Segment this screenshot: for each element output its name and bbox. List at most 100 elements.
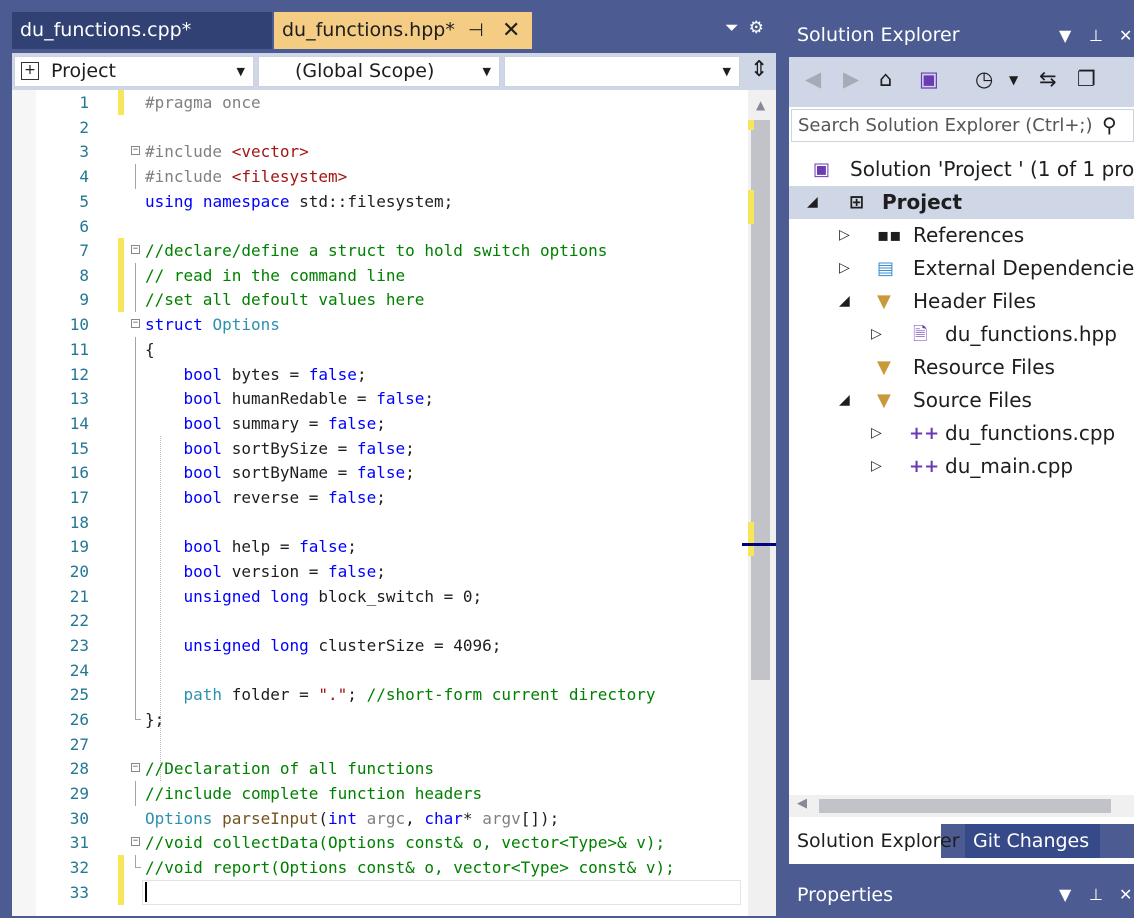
- line-number: 23: [69, 636, 89, 655]
- line-number: 7: [79, 241, 89, 260]
- collapsed-icon[interactable]: ▷: [871, 318, 882, 351]
- search-placeholder: Search Solution Explorer (Ctrl+;): [798, 115, 1093, 136]
- line-text: Options parseInput(int argc, char* argv[…: [145, 806, 559, 831]
- collapsed-icon[interactable]: ▷: [839, 252, 850, 285]
- filter-folder-icon: ▼: [877, 390, 891, 411]
- collapse-icon[interactable]: −: [131, 319, 140, 328]
- scroll-left-icon[interactable]: ◀: [797, 796, 807, 811]
- line-text: bool summary = false;: [145, 411, 386, 436]
- line-number: 29: [69, 784, 89, 803]
- split-window-icon[interactable]: ⇕: [750, 57, 768, 82]
- tree-item-du-functions-cpp[interactable]: ▷ ++ du_functions.cpp: [789, 417, 1134, 450]
- search-icon[interactable]: ⚲: [1102, 110, 1117, 141]
- token: (: [318, 809, 329, 828]
- line-text: //set all defoult values here: [145, 287, 424, 312]
- gear-icon[interactable]: ⚙: [749, 18, 764, 38]
- tree-item-label: Source Files: [913, 388, 1032, 412]
- scroll-up-icon[interactable]: ▲: [756, 98, 765, 112]
- collapse-all-icon[interactable]: ❐: [1077, 67, 1096, 91]
- tree-item-source-files[interactable]: ◢ ▼ Source Files: [789, 384, 1134, 417]
- dropdown-icon[interactable]: ▼: [1059, 12, 1071, 59]
- panel-title: Solution Explorer: [797, 24, 960, 46]
- forward-icon[interactable]: ▶: [843, 67, 859, 91]
- outline-line: [135, 337, 136, 362]
- member-combo[interactable]: ▼: [504, 56, 740, 87]
- close-icon[interactable]: ✕: [502, 12, 520, 49]
- dropdown-icon[interactable]: ▼: [1059, 872, 1071, 918]
- dropdown-tabs-icon[interactable]: ⏷: [725, 18, 739, 38]
- external-dependencies-icon: ▤: [877, 258, 895, 279]
- tab-git-changes[interactable]: Git Changes: [965, 824, 1100, 858]
- token: ;: [347, 537, 357, 556]
- scope-combo[interactable]: (Global Scope) ▼: [258, 56, 500, 87]
- tab-solution-explorer[interactable]: Solution Explorer: [789, 824, 960, 858]
- line-number: 11: [69, 340, 89, 359]
- pin-icon[interactable]: ⊣: [468, 12, 484, 49]
- code-editor[interactable]: 1 #pragma once 2 3 − #include <vector> 4…: [12, 90, 776, 916]
- keyword: char: [424, 809, 463, 828]
- chevron-down-icon[interactable]: ▼: [1009, 73, 1018, 87]
- chevron-down-icon: ▼: [722, 65, 731, 78]
- horizontal-scrollbar[interactable]: ◀: [789, 795, 1134, 817]
- collapsed-icon[interactable]: ▷: [839, 219, 850, 252]
- tree-item-du-main-cpp[interactable]: ▷ ++ du_main.cpp: [789, 450, 1134, 483]
- tree-item-resource-files[interactable]: ▼ Resource Files: [789, 351, 1134, 384]
- scrollbar-thumb[interactable]: [819, 799, 1111, 813]
- chevron-down-icon: ▼: [236, 65, 245, 78]
- pending-changes-filter-icon[interactable]: ◷: [975, 67, 993, 91]
- tree-item-header-files[interactable]: ◢ ▼ Header Files: [789, 285, 1134, 318]
- collapse-icon[interactable]: −: [131, 245, 140, 254]
- comment: //include complete function headers: [145, 784, 483, 803]
- tree-item-label: du_functions.cpp: [945, 421, 1116, 445]
- vertical-scrollbar[interactable]: ▲: [742, 90, 776, 916]
- change-marker: [748, 190, 754, 224]
- back-icon[interactable]: ◀: [805, 67, 821, 91]
- token: help =: [222, 537, 300, 556]
- outline-line: [135, 485, 136, 510]
- project-combo[interactable]: + Project ▼: [14, 56, 254, 87]
- code-line: 16 bool sortByName = false;: [12, 460, 752, 485]
- close-icon[interactable]: ✕: [1119, 872, 1132, 918]
- outline-line: [135, 386, 136, 411]
- expanded-icon[interactable]: ◢: [839, 384, 850, 417]
- keyword: namespace: [202, 192, 290, 211]
- tree-item-references[interactable]: ▷ ▪▪ References: [789, 219, 1134, 252]
- pin-icon[interactable]: ⊥: [1089, 872, 1103, 918]
- change-marker: [118, 855, 124, 880]
- tree-item-project[interactable]: ◢ ⊞ Project: [789, 186, 1134, 219]
- code-line: 4 #include <filesystem>: [12, 164, 752, 189]
- token: ;: [347, 685, 367, 704]
- collapsed-icon[interactable]: ▷: [871, 450, 882, 483]
- token: ;: [405, 439, 415, 458]
- expanded-icon[interactable]: ◢: [807, 186, 818, 219]
- sync-icon[interactable]: ⇆: [1039, 67, 1057, 91]
- token: []);: [520, 809, 560, 828]
- line-number: 18: [69, 513, 89, 532]
- comment: //Declaration of all functions: [145, 759, 434, 778]
- collapsed-icon[interactable]: ▷: [871, 417, 882, 450]
- tree-item-external-dependencies[interactable]: ▷ ▤ External Dependencies: [789, 252, 1134, 285]
- expanded-icon[interactable]: ◢: [839, 285, 850, 318]
- code-line: 23 unsigned long clusterSize = 4096;: [12, 633, 752, 658]
- collapse-icon[interactable]: −: [131, 837, 140, 846]
- pin-icon[interactable]: ⊥: [1089, 12, 1103, 59]
- token: ;: [376, 488, 386, 507]
- tab-du-functions-hpp[interactable]: du_functions.hpp* ⊣ ✕: [274, 12, 532, 49]
- home-icon[interactable]: ⌂: [879, 67, 892, 91]
- code-line: 2: [12, 115, 752, 140]
- tab-du-functions-cpp[interactable]: du_functions.cpp*: [12, 12, 272, 49]
- collapse-icon[interactable]: −: [131, 763, 140, 772]
- code-line: 10 − struct Options: [12, 312, 752, 337]
- collapse-icon[interactable]: −: [131, 146, 140, 155]
- outline-line: [135, 164, 136, 189]
- code-line: 11 {: [12, 337, 752, 362]
- tree-item-du-functions-hpp[interactable]: ▷ 🗎 du_functions.hpp: [789, 318, 1134, 351]
- search-input[interactable]: Search Solution Explorer (Ctrl+;) ⚲: [791, 109, 1134, 142]
- token: bytes =: [222, 365, 309, 384]
- keyword: unsigned: [183, 587, 261, 606]
- switch-views-icon[interactable]: ▣: [919, 67, 939, 91]
- close-icon[interactable]: ✕: [1119, 12, 1132, 59]
